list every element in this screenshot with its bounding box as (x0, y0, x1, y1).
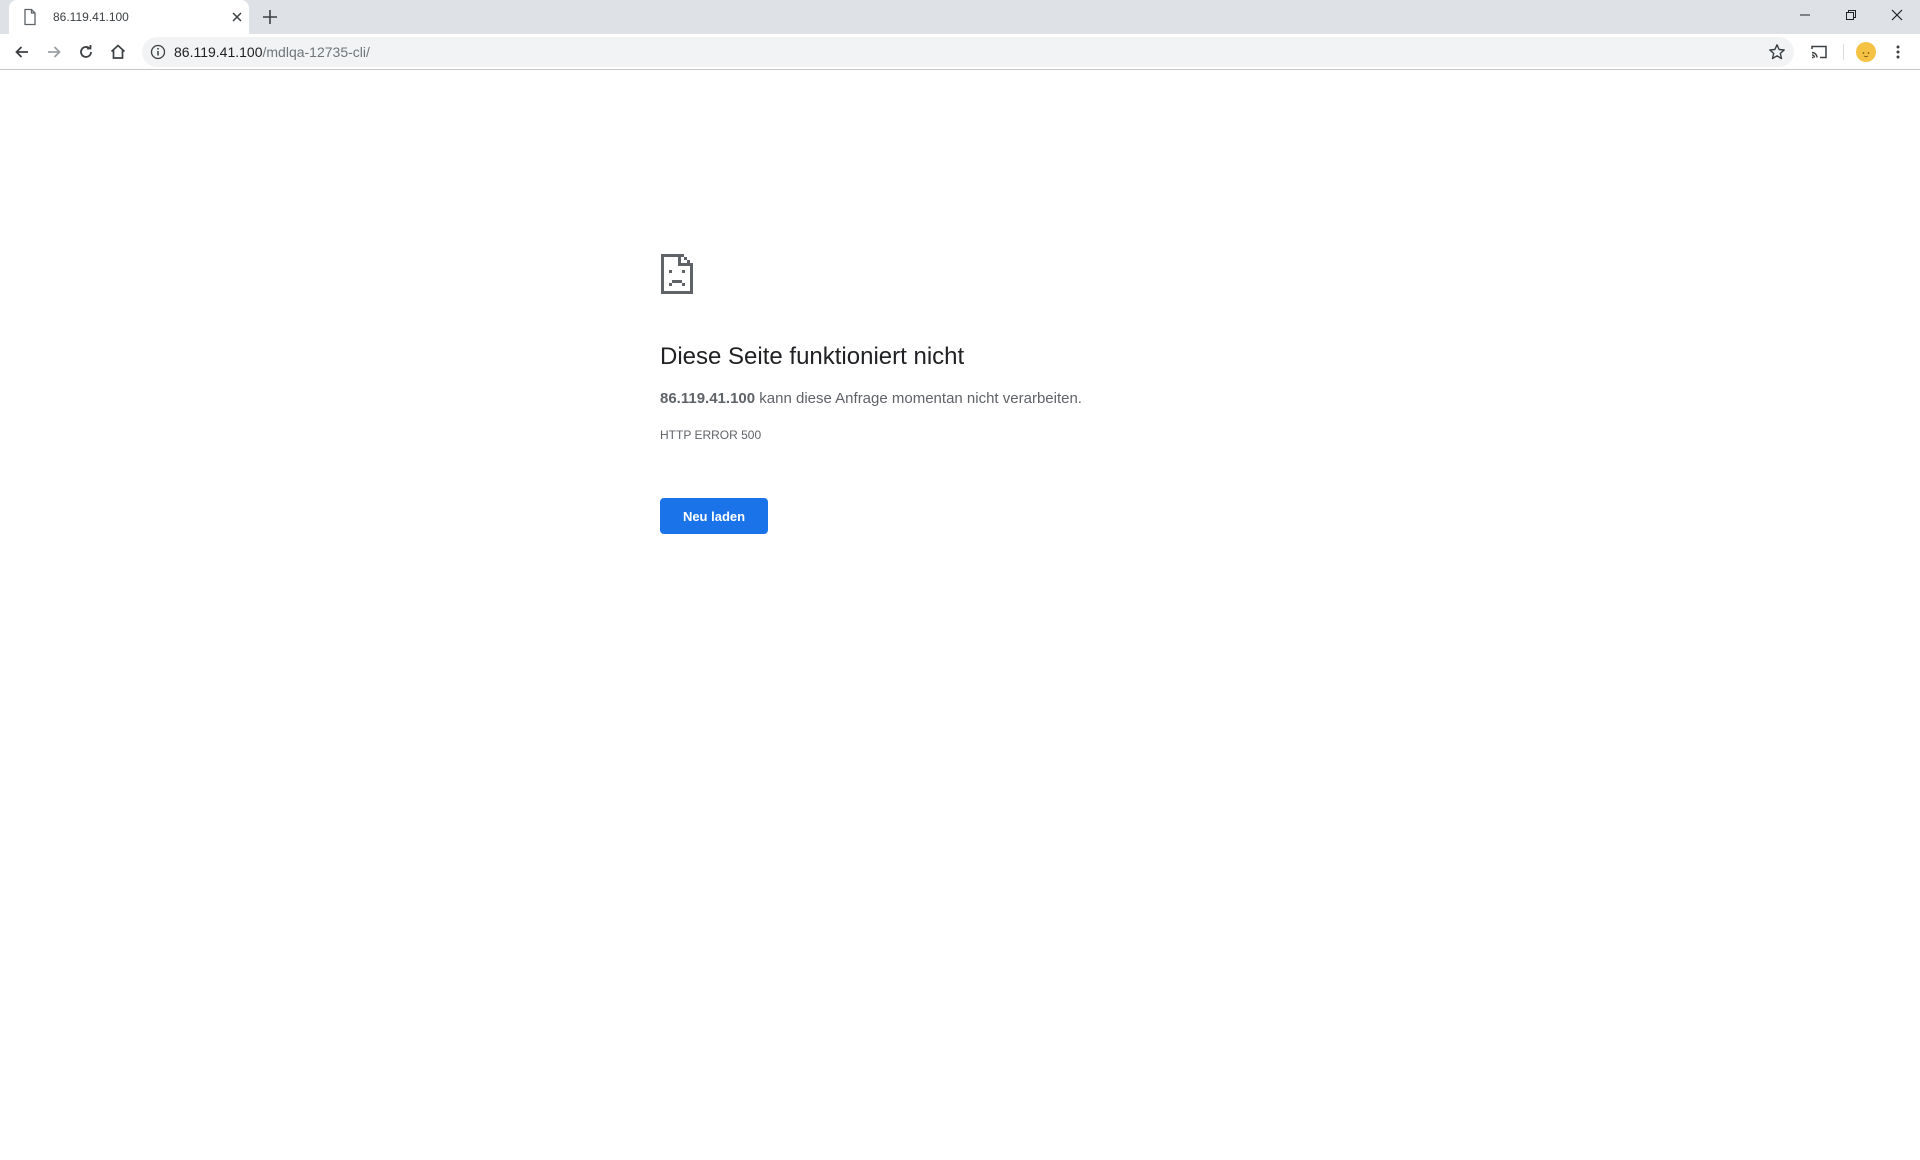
toolbar-divider (1843, 44, 1844, 60)
page-icon (24, 8, 36, 26)
browser-tab[interactable]: 86.119.41.100 (9, 0, 249, 34)
cast-button[interactable] (1805, 38, 1833, 66)
error-host: 86.119.41.100 (660, 390, 756, 407)
info-icon[interactable] (150, 44, 166, 60)
tab-strip: 86.119.41.100 (0, 0, 1920, 34)
arrow-right-icon (48, 46, 61, 58)
minimize-icon (1800, 14, 1810, 16)
url-path: /mdlqa-12735-cli/ (262, 44, 370, 60)
close-icon (1891, 9, 1903, 21)
error-title: Diese Seite funktioniert nicht (660, 343, 965, 370)
forward-button[interactable] (40, 38, 68, 66)
avatar[interactable] (1856, 42, 1876, 62)
home-button[interactable] (104, 38, 132, 66)
sad-page-icon (661, 254, 693, 294)
arrow-left-icon (15, 46, 28, 58)
address-bar[interactable]: 86.119.41.100/mdlqa-12735-cli/ (142, 37, 1794, 67)
restore-icon (1846, 10, 1856, 20)
more-vertical-icon (1896, 45, 1900, 59)
error-code: HTTP ERROR 500 (660, 428, 762, 442)
star-icon[interactable] (1768, 43, 1786, 61)
minimize-button[interactable] (1782, 0, 1828, 30)
browser-toolbar: 86.119.41.100/mdlqa-12735-cli/ (0, 34, 1920, 70)
reload-page-button[interactable]: Neu laden (660, 498, 768, 534)
url-text[interactable]: 86.119.41.100/mdlqa-12735-cli/ (174, 37, 370, 67)
reload-button[interactable] (72, 38, 100, 66)
profile-face-icon (1862, 52, 1870, 58)
menu-button[interactable] (1884, 38, 1912, 66)
close-tab-icon[interactable] (229, 9, 245, 25)
error-description: 86.119.41.100 kann diese Anfrage momenta… (660, 388, 1082, 410)
home-icon (110, 44, 126, 59)
new-tab-icon[interactable] (259, 6, 281, 28)
restore-button[interactable] (1828, 0, 1874, 30)
error-description-text: kann diese Anfrage momentan nicht verarb… (759, 390, 1082, 407)
reload-icon (80, 45, 92, 58)
cast-icon (1811, 45, 1827, 59)
back-button[interactable] (8, 38, 36, 66)
url-host: 86.119.41.100 (174, 44, 263, 60)
tab-title: 86.119.41.100 (53, 10, 129, 24)
window-close-button[interactable] (1874, 0, 1920, 30)
